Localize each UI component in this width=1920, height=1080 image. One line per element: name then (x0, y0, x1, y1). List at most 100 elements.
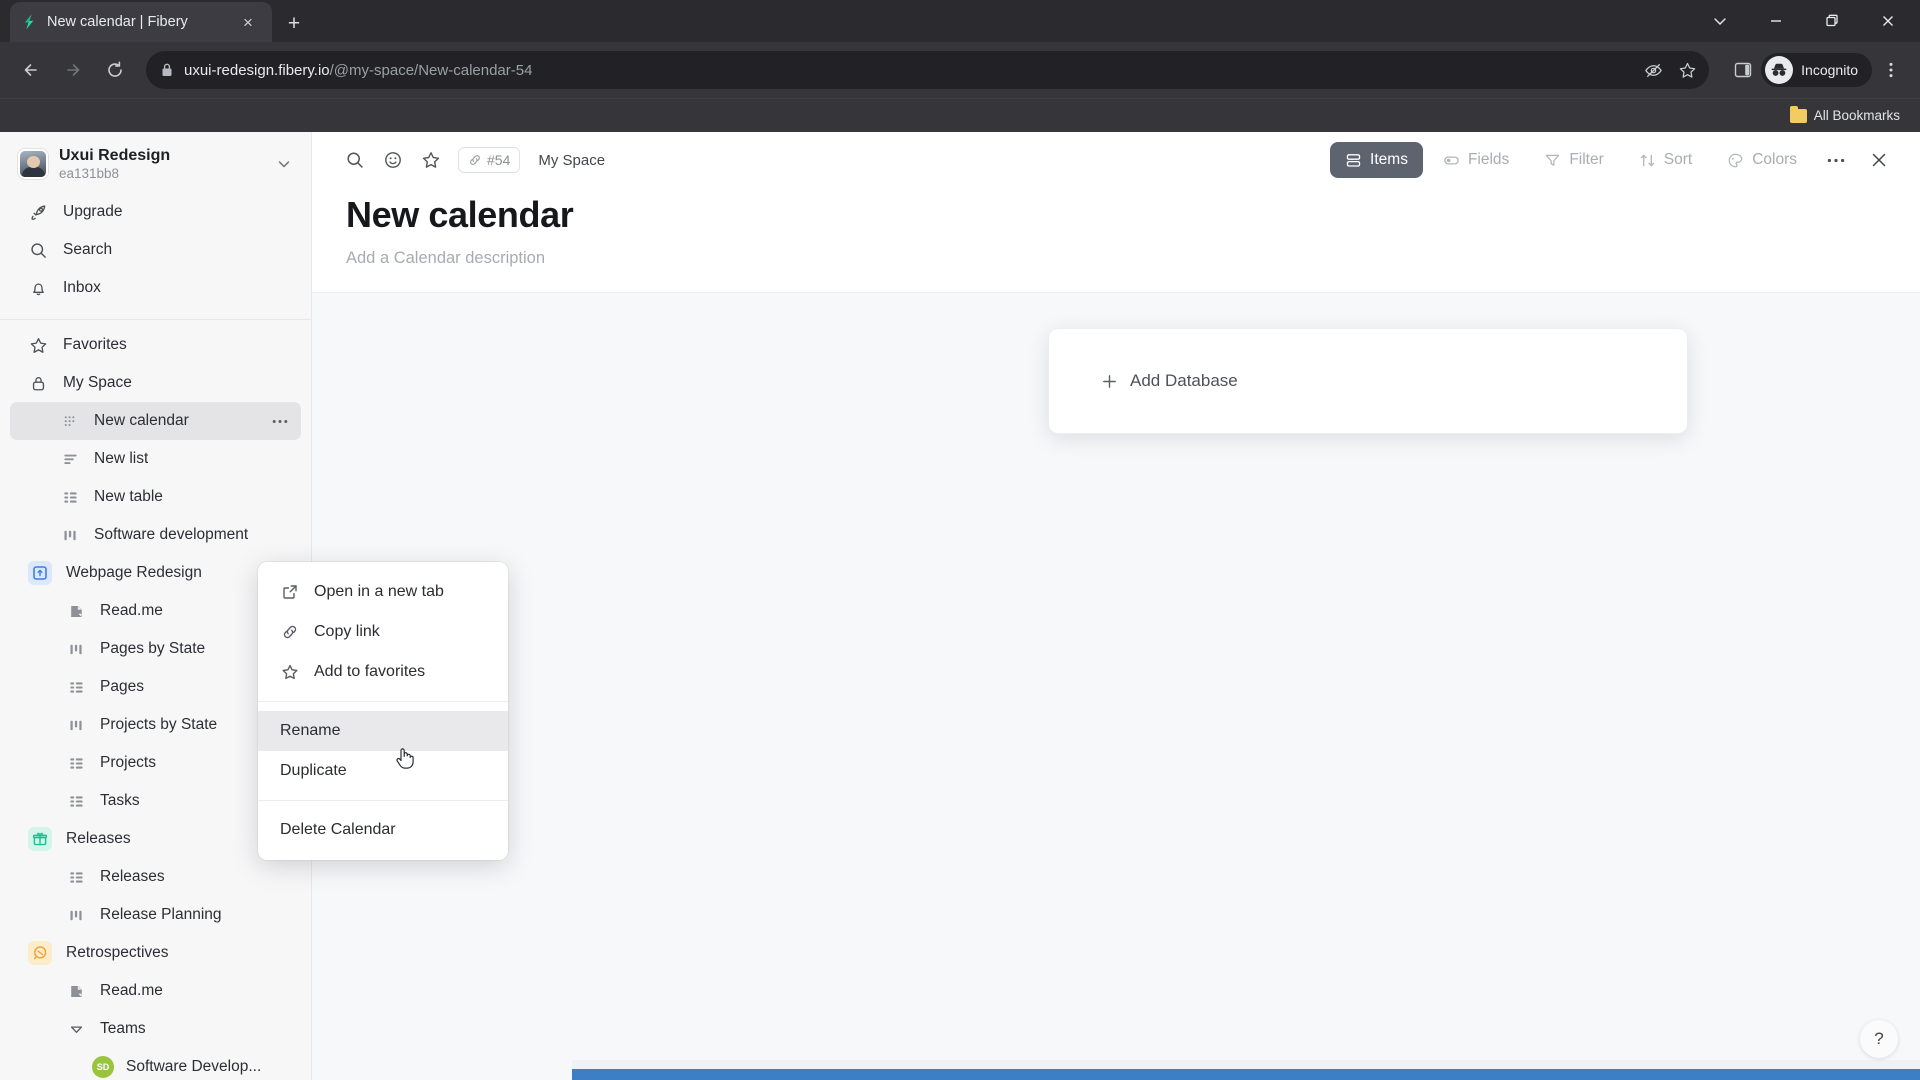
board-icon (66, 717, 87, 734)
sidebar-item-label: Search (63, 241, 113, 259)
side-panel-icon[interactable] (1727, 54, 1759, 86)
webpage-space-icon (28, 561, 52, 586)
sidebar-item-release-planning[interactable]: Release Planning (10, 896, 301, 934)
sidebar-item-label: Software development (94, 526, 249, 544)
menu-item-label: Copy link (314, 623, 380, 640)
menu-item-label: Delete Calendar (280, 821, 396, 838)
reload-button[interactable] (96, 51, 134, 89)
sidebar-item-label: Tasks (100, 792, 140, 810)
document-icon (66, 603, 87, 620)
gift-icon (28, 827, 52, 852)
description-input[interactable]: Add a Calendar description (346, 249, 1894, 268)
sidebar-item-my-space[interactable]: My Space (10, 364, 301, 402)
incognito-icon (1765, 56, 1794, 84)
menu-item-add-to-favorites[interactable]: Add to favorites (258, 652, 508, 692)
sort-icon (1640, 154, 1654, 166)
tab-sort[interactable]: Sort (1624, 142, 1707, 178)
search-icon (28, 241, 49, 260)
link-icon (280, 623, 300, 641)
sidebar-item-label: New list (94, 450, 149, 468)
table-icon (66, 793, 87, 810)
sidebar-item-software-development[interactable]: Software development (10, 516, 301, 554)
filter-icon (1546, 154, 1560, 166)
breadcrumb[interactable]: My Space (538, 152, 605, 169)
sidebar-item-releases[interactable]: Releases (10, 858, 301, 896)
sidebar-space-retrospectives[interactable]: Retrospectives (10, 934, 301, 972)
sidebar-space-label: Webpage Redesign (66, 564, 202, 582)
close-icon[interactable]: × (234, 8, 262, 36)
document-icon (66, 983, 87, 1000)
sidebar-item-readme-retro[interactable]: Read.me (10, 972, 301, 1010)
emoji-icon[interactable] (376, 143, 410, 177)
more-options-icon[interactable] (267, 409, 293, 433)
star-icon (280, 663, 300, 681)
tracking-protection-icon[interactable] (1637, 54, 1669, 86)
star-icon[interactable] (414, 143, 448, 177)
add-database-button[interactable]: Add Database (1101, 371, 1238, 391)
help-button[interactable]: ? (1860, 1020, 1898, 1058)
bookmark-star-icon[interactable] (1671, 54, 1703, 86)
tab-items[interactable]: Items (1330, 142, 1423, 178)
search-icon[interactable] (338, 143, 372, 177)
menu-item-label: Add to favorites (314, 663, 426, 680)
profile-incognito-button[interactable]: Incognito (1761, 53, 1872, 87)
sidebar-item-label: Pages (100, 678, 144, 696)
back-button[interactable] (12, 51, 50, 89)
more-options-icon[interactable] (1817, 142, 1855, 178)
tab-colors[interactable]: Colors (1712, 142, 1812, 178)
sidebar-item-team-software-development[interactable]: SD Software Develop... (10, 1048, 301, 1080)
list-icon (60, 451, 81, 468)
main-content: #54 My Space Items Fields Filter Sort Co… (312, 132, 1920, 1080)
menu-item-duplicate[interactable]: Duplicate (258, 751, 508, 791)
document-header: New calendar Add a Calendar description (312, 188, 1920, 268)
entity-id-label: #54 (487, 152, 511, 168)
minimize-button[interactable] (1748, 0, 1804, 42)
board-icon (60, 527, 81, 544)
address-bar[interactable]: uxui-redesign.fibery.io/@my-space/New-ca… (146, 51, 1710, 89)
sidebar-item-new-calendar[interactable]: New calendar (10, 402, 301, 441)
chrome-menu-icon[interactable] (1874, 53, 1908, 87)
chevron-down-icon[interactable] (66, 1021, 87, 1038)
sidebar-item-label: New calendar (94, 412, 189, 430)
sidebar-item-inbox[interactable]: Inbox (10, 269, 301, 307)
tab-fields[interactable]: Fields (1428, 142, 1524, 178)
menu-item-delete-calendar[interactable]: Delete Calendar (258, 810, 508, 850)
colors-icon (1728, 153, 1743, 167)
sidebar-divider (0, 319, 311, 321)
workspace-name: Uxui Redesign (59, 147, 171, 164)
workspace-switcher[interactable]: Uxui Redesign ea131bb8 (0, 132, 311, 191)
sidebar-item-new-table[interactable]: New table (10, 478, 301, 516)
tab-search-icon[interactable] (1692, 0, 1748, 42)
sidebar-space-label: Retrospectives (66, 944, 169, 962)
menu-item-open-in-new-tab[interactable]: Open in a new tab (258, 572, 508, 612)
forward-button[interactable] (54, 51, 92, 89)
new-tab-button[interactable]: + (280, 9, 308, 37)
sidebar-item-label: Upgrade (63, 203, 123, 221)
page-title[interactable]: New calendar (346, 194, 1894, 235)
all-bookmarks-button[interactable]: All Bookmarks (1782, 104, 1908, 127)
add-database-popover: Add Database (1048, 328, 1688, 434)
menu-item-rename[interactable]: Rename (258, 711, 508, 751)
window-controls (1692, 0, 1920, 42)
sidebar-item-teams[interactable]: Teams (10, 1010, 301, 1048)
lock-icon (160, 62, 174, 78)
sidebar-item-new-list[interactable]: New list (10, 440, 301, 478)
sidebar-item-search[interactable]: Search (10, 231, 301, 269)
board-icon (66, 907, 87, 924)
maximize-button[interactable] (1804, 0, 1860, 42)
folder-icon (1789, 105, 1807, 123)
browser-tab[interactable]: New calendar | Fibery × (10, 2, 272, 42)
tab-filter[interactable]: Filter (1529, 142, 1618, 178)
fields-icon (1444, 155, 1459, 165)
sidebar-item-upgrade[interactable]: Upgrade (10, 193, 301, 231)
sidebar-item-favorites[interactable]: Favorites (10, 326, 301, 364)
chevron-down-icon[interactable] (271, 151, 297, 177)
close-icon[interactable] (1860, 142, 1898, 178)
menu-item-copy-link[interactable]: Copy link (258, 612, 508, 652)
view-toolbar-right: Items Fields Filter Sort Colors (1330, 142, 1898, 178)
tab-fields-label: Fields (1467, 151, 1510, 168)
window-close-button[interactable] (1860, 0, 1916, 42)
entity-id-chip[interactable]: #54 (458, 147, 521, 173)
lock-icon (28, 374, 49, 393)
sidebar-item-label: Teams (100, 1020, 146, 1038)
